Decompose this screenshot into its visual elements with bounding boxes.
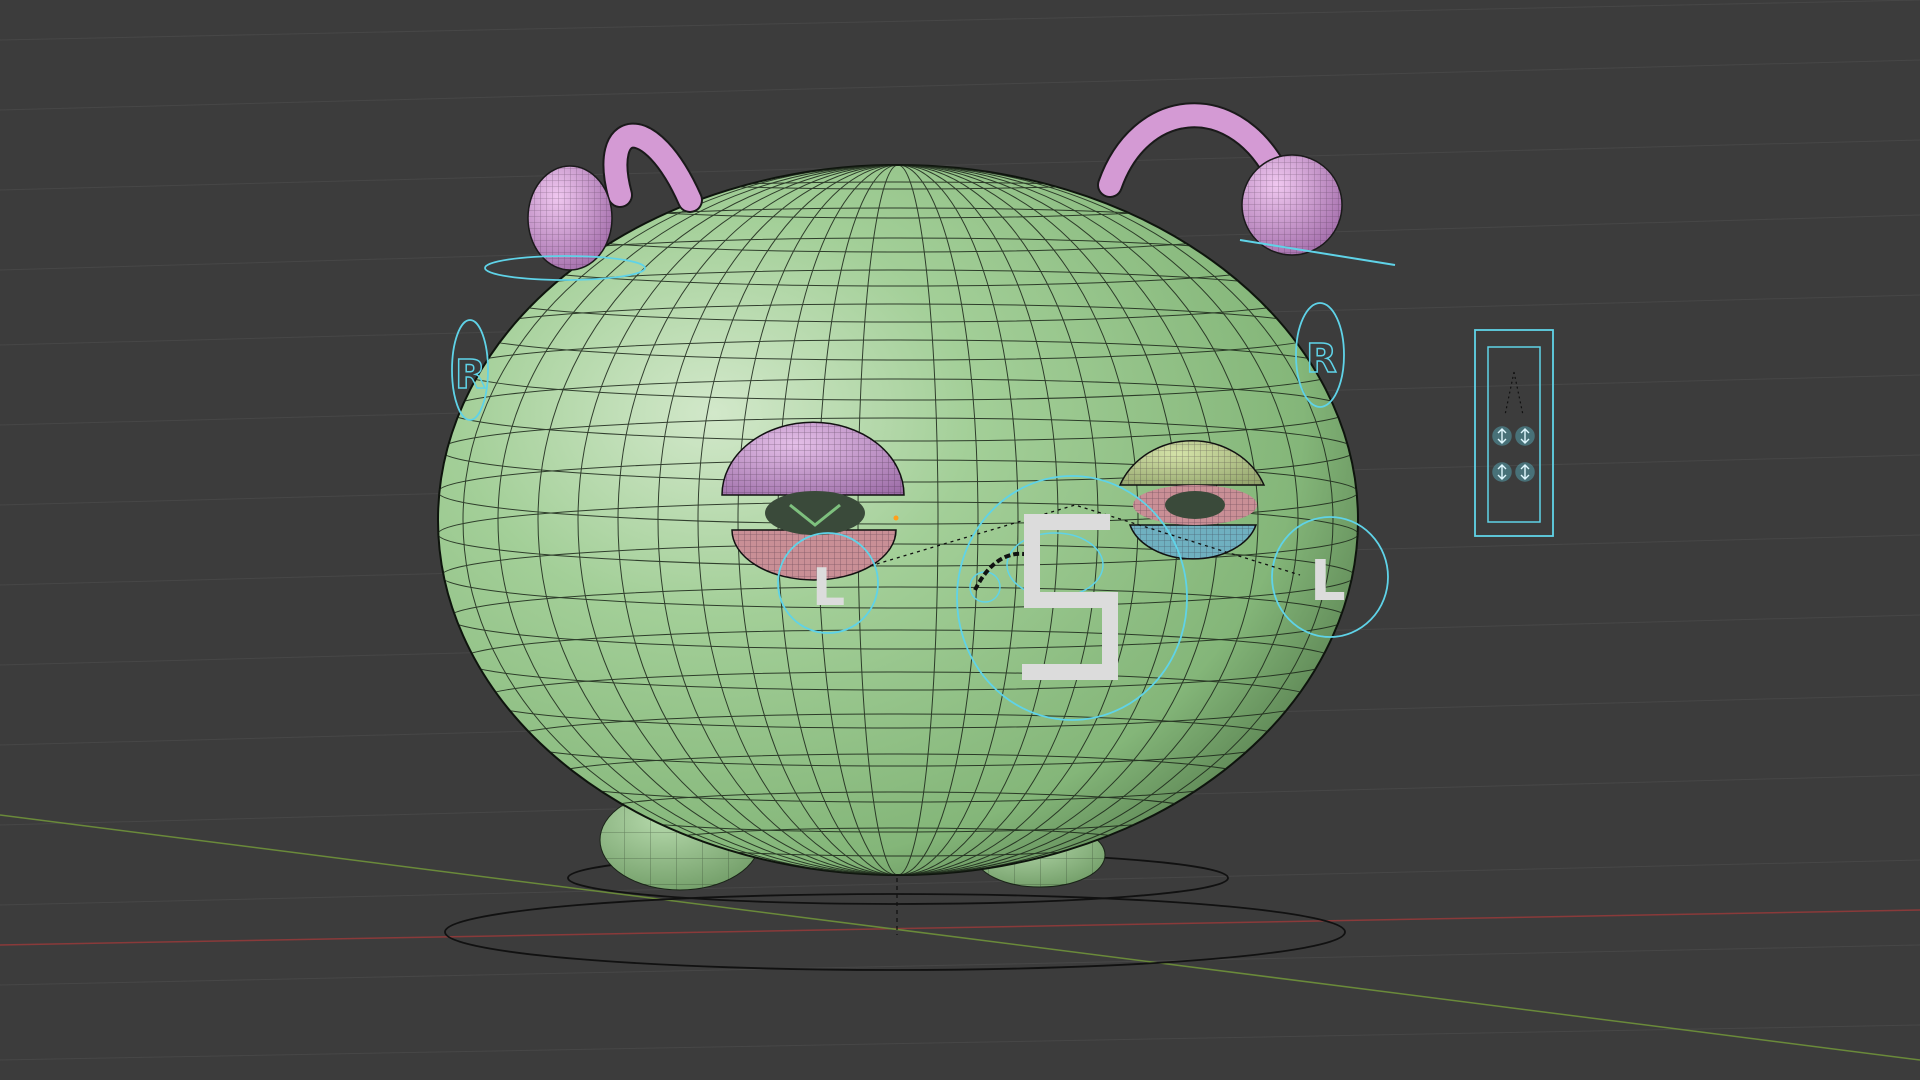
root-control-circle[interactable] — [444, 893, 1346, 971]
rig-panel-toggle-1[interactable] — [1492, 426, 1512, 446]
ear-left-label: R — [455, 352, 486, 398]
ear-right-label: R — [1306, 336, 1337, 382]
rig-panel-toggle-3[interactable] — [1492, 462, 1512, 482]
rig-panel-toggle-2[interactable] — [1515, 426, 1535, 446]
x-axis-line — [0, 909, 1920, 946]
rig-panel-control[interactable] — [1474, 329, 1554, 537]
3d-viewport[interactable]: R R L L — [0, 0, 1920, 1080]
viewport-scene[interactable]: R R L L — [0, 0, 1920, 1080]
selection-vertex-marker — [893, 515, 899, 521]
eye-right-target-label: L — [1310, 549, 1346, 614]
eye-left-target-label: L — [812, 558, 845, 618]
rig-panel-toggle-4[interactable] — [1515, 462, 1535, 482]
